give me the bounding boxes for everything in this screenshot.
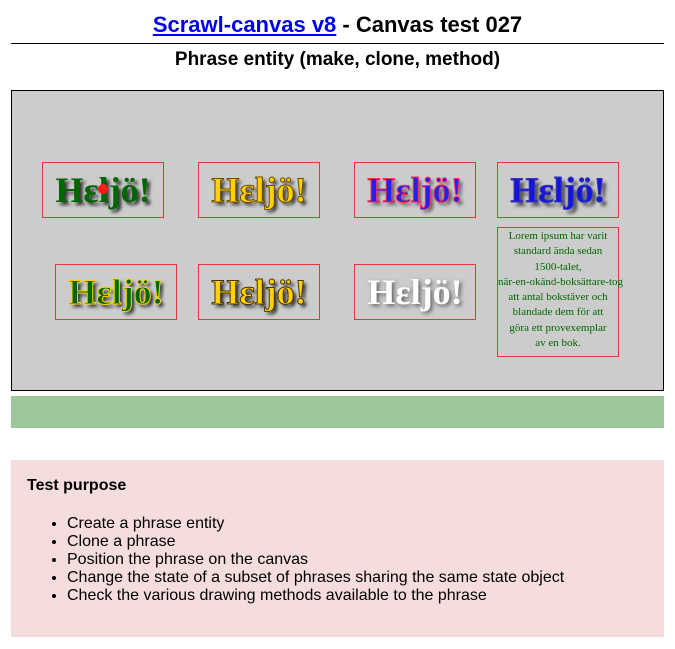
lorem-line: göra ett provexemplar [509,321,607,334]
page-title-suffix: - Canvas test 027 [336,12,523,37]
demo-canvas[interactable]: Hεljö! Hεljö! Hεljö! Hεljö! Hεljö! Hεljö… [11,90,664,391]
phrase-draw-then-fill[interactable]: Hεljö! [55,264,177,320]
purpose-item: Clone a phrase [67,533,648,551]
purpose-item: Position the phrase on the canvas [67,551,648,569]
phrase-text: Hεljö! [211,170,307,210]
purpose-item: Check the various drawing methods availa… [67,587,648,605]
lorem-line: när-en-okänd-boksättare-tog [498,275,624,288]
phrase-text: Hεljö! [510,170,606,210]
test-purpose-list: Create a phrase entity Clone a phrase Po… [27,515,648,605]
phrase-lorem-ipsum[interactable]: Lorem ipsum har varit standard ända seda… [497,227,624,357]
lorem-line: av en bok. [535,337,581,350]
purpose-item: Change the state of a subset of phrases … [67,569,648,587]
report-bar [11,396,664,428]
purpose-item: Create a phrase entity [67,515,648,533]
scrawl-canvas-link[interactable]: Scrawl-canvas v8 [153,12,336,37]
phrase-clear[interactable]: Hεljö! [354,264,476,320]
test-purpose-heading: Test purpose [27,477,127,494]
lorem-line: standard ända sedan [513,245,603,258]
test-purpose-panel: Test purpose Create a phrase entity Clon… [11,460,664,637]
phrase-text: Hεljö! [367,170,463,210]
phrase-draw-and-fill[interactable]: Hεljö! [354,162,476,218]
lorem-line: Lorem ipsum har varit [508,230,608,242]
phrase-text: Hεljö! [367,272,463,312]
phrase-text: Hεljö! [68,272,164,312]
title-divider [11,43,664,44]
pivot-marker [98,184,108,194]
lorem-line: 1500-talet, [534,260,582,273]
lorem-line: att antal bokstäver och [508,291,608,304]
lorem-line: blandade dem för att [512,306,604,319]
page-title: Scrawl-canvas v8 - Canvas test 027 [0,11,675,39]
phrase-fill-then-draw[interactable]: Hεljö! [198,264,320,320]
phrase-draw[interactable]: Hεljö! [198,162,320,218]
page-subtitle: Phrase entity (make, clone, method) [174,49,501,70]
phrase-fill-and-draw[interactable]: Hεljö! [497,162,619,218]
phrase-text: Hεljö! [211,272,307,312]
